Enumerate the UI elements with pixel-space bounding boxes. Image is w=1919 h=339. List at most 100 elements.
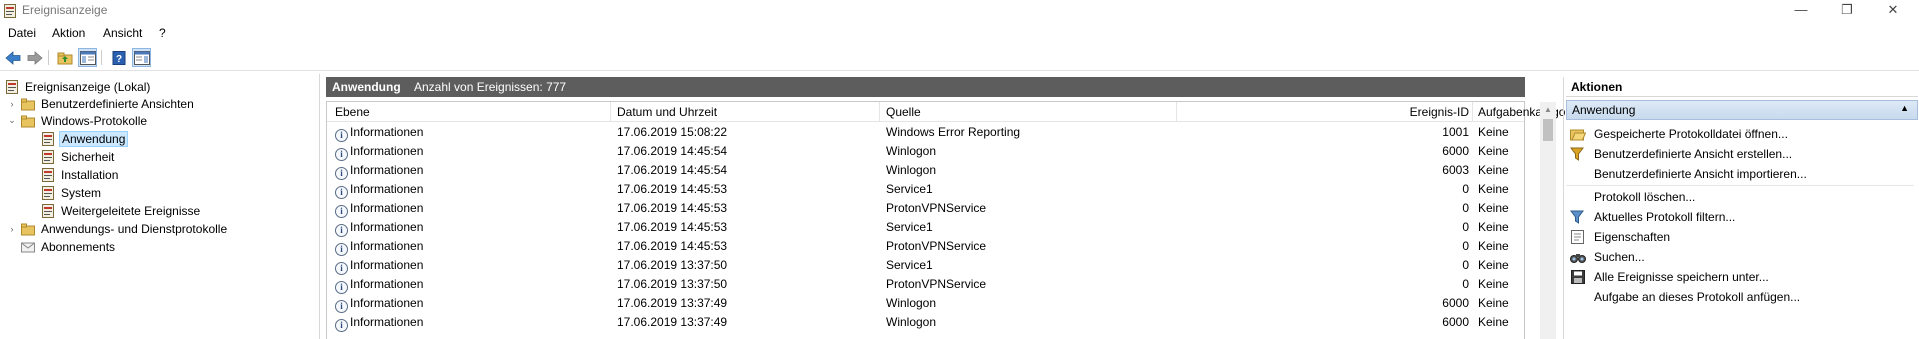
information-icon: i <box>335 262 348 275</box>
column-header-source[interactable]: Quelle <box>886 105 921 119</box>
cell-level: Informationen <box>350 277 424 291</box>
forward-button[interactable] <box>25 48 44 67</box>
help-button[interactable]: ? <box>109 48 128 67</box>
log-name: Anwendung <box>332 80 401 94</box>
binoculars-icon <box>1570 249 1586 265</box>
cell-source: Winlogon <box>886 144 937 158</box>
table-header: Ebene Datum und Uhrzeit Quelle Ereignis-… <box>327 102 1579 122</box>
back-arrow-icon <box>4 50 20 65</box>
cell-event-id: 6000 <box>1442 315 1469 329</box>
minimize-button[interactable]: — <box>1778 0 1824 22</box>
cell-event-id: 6003 <box>1442 163 1469 177</box>
back-button[interactable] <box>3 48 22 67</box>
column-header-event-id[interactable]: Ereignis-ID <box>1335 105 1469 119</box>
vertical-scrollbar[interactable]: ▲ <box>1540 102 1556 339</box>
table-row[interactable]: i Informationen 17.06.2019 14:45:54 Winlo… <box>327 142 1542 161</box>
scrollbar-thumb[interactable] <box>1543 119 1553 141</box>
restore-button[interactable]: ❐ <box>1824 0 1870 22</box>
folder-icon <box>21 222 35 236</box>
cell-task: Keine <box>1478 220 1509 234</box>
scroll-up-arrow-icon[interactable]: ▲ <box>1540 102 1556 118</box>
action-properties[interactable]: Eigenschaften <box>1566 227 1916 247</box>
log-icon <box>41 131 55 146</box>
menu-help[interactable]: ? <box>159 26 166 40</box>
tree-node-log-system[interactable]: System <box>41 184 103 201</box>
tree-node-custom-views[interactable]: › Benutzerdefinierte Ansichten <box>7 95 196 112</box>
log-icon <box>41 149 55 164</box>
action-open-saved-log[interactable]: Gespeicherte Protokolldatei öffnen... <box>1566 124 1916 144</box>
show-hide-console-tree-button[interactable] <box>78 48 97 67</box>
information-icon: i <box>335 281 348 294</box>
table-row[interactable]: i Informationen 17.06.2019 13:37:49 Winlo… <box>327 313 1542 332</box>
tree-label-windows-logs: Windows-Protokolle <box>41 113 148 128</box>
tree-node-log-forwarded[interactable]: Weitergeleitete Ereignisse <box>41 202 202 219</box>
show-hide-action-pane-button[interactable] <box>132 48 151 67</box>
event-viewer-app-icon <box>4 4 16 18</box>
action-create-custom-view[interactable]: Benutzerdefinierte Ansicht erstellen... <box>1566 144 1916 164</box>
tree-node-log-anwendung[interactable]: Anwendung <box>41 130 129 147</box>
menu-aktion[interactable]: Aktion <box>52 26 85 40</box>
menu-datei[interactable]: Datei <box>8 26 36 40</box>
column-header-datetime[interactable]: Datum und Uhrzeit <box>617 105 717 119</box>
table-row[interactable]: i Informationen 17.06.2019 14:45:53 Servi… <box>327 218 1542 237</box>
tree-label-log: System <box>61 185 102 200</box>
cell-task: Keine <box>1478 315 1509 329</box>
collapse-up-icon[interactable]: ▲ <box>1900 103 1909 113</box>
table-row[interactable]: i Informationen 17.06.2019 13:37:50 Servi… <box>327 256 1542 275</box>
event-count: Anzahl von Ereignissen: 777 <box>414 80 567 94</box>
toolbar-separator <box>48 50 49 65</box>
action-import-custom-view[interactable]: Benutzerdefinierte Ansicht importieren..… <box>1566 164 1916 184</box>
tree-node-app-service-logs[interactable]: › Anwendungs- und Dienstprotokolle <box>7 220 229 237</box>
event-table: Ebene Datum und Uhrzeit Quelle Ereignis-… <box>326 101 1579 339</box>
action-attach-task[interactable]: Aufgabe an dieses Protokoll anfügen... <box>1566 287 1916 307</box>
open-folder-icon <box>1570 126 1586 142</box>
cell-event-id: 0 <box>1462 277 1469 291</box>
collapse-chevron-icon[interactable]: ⌄ <box>7 115 17 127</box>
table-row[interactable]: i Informationen 17.06.2019 14:45:54 Winlo… <box>327 161 1542 180</box>
action-filter-current-log[interactable]: Aktuelles Protokoll filtern... <box>1566 207 1916 227</box>
cell-datetime: 17.06.2019 13:37:50 <box>617 277 728 291</box>
column-divider[interactable] <box>610 102 611 122</box>
column-divider[interactable] <box>1472 102 1473 122</box>
cell-task: Keine <box>1478 182 1509 196</box>
cell-datetime: 17.06.2019 14:45:53 <box>617 182 728 196</box>
action-label: Aufgabe an dieses Protokoll anfügen... <box>1594 290 1801 304</box>
table-row[interactable]: i Informationen 17.06.2019 14:45:53 Proto… <box>327 199 1542 218</box>
menu-bar: Datei Aktion Ansicht ? <box>0 24 1919 44</box>
log-icon <box>41 167 55 182</box>
action-clear-log[interactable]: Protokoll löschen... <box>1566 187 1916 207</box>
cell-level: Informationen <box>350 296 424 310</box>
column-header-level[interactable]: Ebene <box>335 105 370 119</box>
menu-ansicht[interactable]: Ansicht <box>103 26 142 40</box>
action-search[interactable]: Suchen... <box>1566 247 1916 267</box>
cell-source: Service1 <box>886 220 933 234</box>
table-row[interactable]: i Informationen 17.06.2019 13:37:49 Winlo… <box>327 294 1542 313</box>
tree-node-log-sicherheit[interactable]: Sicherheit <box>41 148 116 165</box>
tree-node-subscriptions[interactable]: Abonnements <box>21 238 117 255</box>
tree-node-log-installation[interactable]: Installation <box>41 166 120 183</box>
save-icon <box>1570 269 1586 285</box>
actions-section-header[interactable]: Anwendung ▲ <box>1566 100 1918 120</box>
cell-event-id: 6000 <box>1442 296 1469 310</box>
log-icon <box>41 185 55 200</box>
tree-label-subscriptions: Abonnements <box>41 239 116 254</box>
table-row[interactable]: i Informationen 17.06.2019 15:08:22 Windo… <box>327 123 1542 142</box>
column-divider[interactable] <box>879 102 880 122</box>
tree-node-root[interactable]: Ereignisanzeige (Lokal) <box>5 78 152 95</box>
column-divider[interactable] <box>1176 102 1177 122</box>
expand-chevron-icon[interactable]: › <box>7 98 17 110</box>
console-tree-icon <box>79 50 96 65</box>
table-row[interactable]: i Informationen 17.06.2019 14:45:53 Proto… <box>327 237 1542 256</box>
cell-datetime: 17.06.2019 14:45:53 <box>617 201 728 215</box>
expand-chevron-icon[interactable]: › <box>7 223 17 235</box>
action-label: Alle Ereignisse speichern unter... <box>1594 270 1769 284</box>
console-tree: Ereignisanzeige (Lokal) › Benutzerdefini… <box>0 74 320 339</box>
cell-datetime: 17.06.2019 13:37:49 <box>617 315 728 329</box>
table-row[interactable]: i Informationen 17.06.2019 14:45:53 Servi… <box>327 180 1542 199</box>
close-button[interactable]: ✕ <box>1870 0 1916 22</box>
tree-node-windows-logs[interactable]: ⌄ Windows-Protokolle <box>7 112 149 129</box>
table-row[interactable]: i Informationen 17.06.2019 13:37:50 Proto… <box>327 275 1542 294</box>
up-level-button[interactable] <box>55 48 74 67</box>
action-save-all-events[interactable]: Alle Ereignisse speichern unter... <box>1566 267 1916 287</box>
cell-source: Service1 <box>886 258 933 272</box>
